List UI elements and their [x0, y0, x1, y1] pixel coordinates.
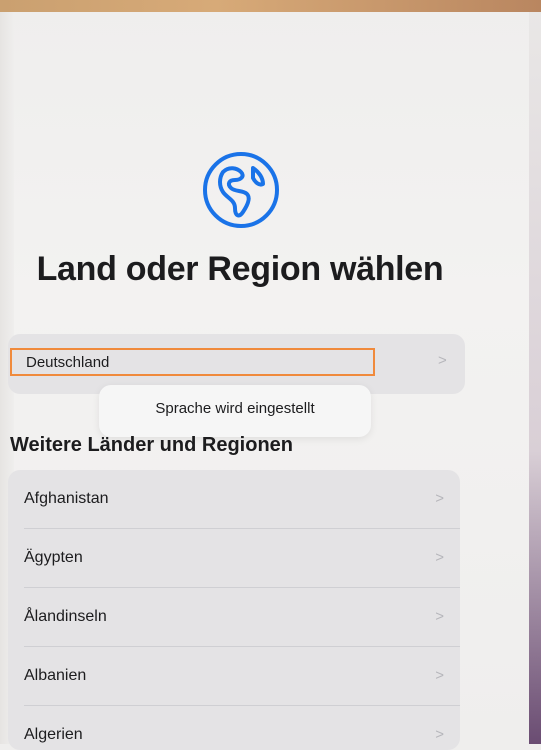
- country-label: Algerien: [24, 726, 83, 743]
- selected-country-label: Deutschland: [26, 354, 110, 371]
- country-list: Afghanistan > Ägypten > Ålandinseln > Al…: [8, 470, 460, 750]
- country-label: Albanien: [24, 667, 87, 684]
- toast-text: Sprache wird eingestellt: [155, 400, 315, 417]
- chevron-right-icon: >: [435, 490, 444, 507]
- selected-country-row[interactable]: Deutschland: [10, 348, 375, 376]
- chevron-right-icon: >: [435, 667, 444, 684]
- country-label: Ålandinseln: [24, 608, 107, 625]
- list-item[interactable]: Algerien >: [8, 706, 460, 750]
- top-edge: [0, 0, 541, 12]
- list-item[interactable]: Albanien >: [8, 647, 460, 706]
- chevron-right-icon: >: [435, 608, 444, 625]
- list-item[interactable]: Afghanistan >: [8, 470, 460, 529]
- globe-icon: [203, 152, 279, 228]
- right-edge: [529, 12, 541, 744]
- country-label: Afghanistan: [24, 490, 109, 507]
- section-title: Weitere Länder und Regionen: [10, 434, 293, 456]
- country-label: Ägypten: [24, 549, 83, 566]
- chevron-right-icon: >: [435, 549, 444, 566]
- page-title: Land oder Region wählen: [36, 250, 444, 288]
- list-item[interactable]: Ägypten >: [8, 529, 460, 588]
- chevron-right-icon: >: [438, 352, 447, 369]
- chevron-right-icon: >: [435, 726, 444, 743]
- list-item[interactable]: Ålandinseln >: [8, 588, 460, 647]
- language-toast: Sprache wird eingestellt: [99, 385, 371, 437]
